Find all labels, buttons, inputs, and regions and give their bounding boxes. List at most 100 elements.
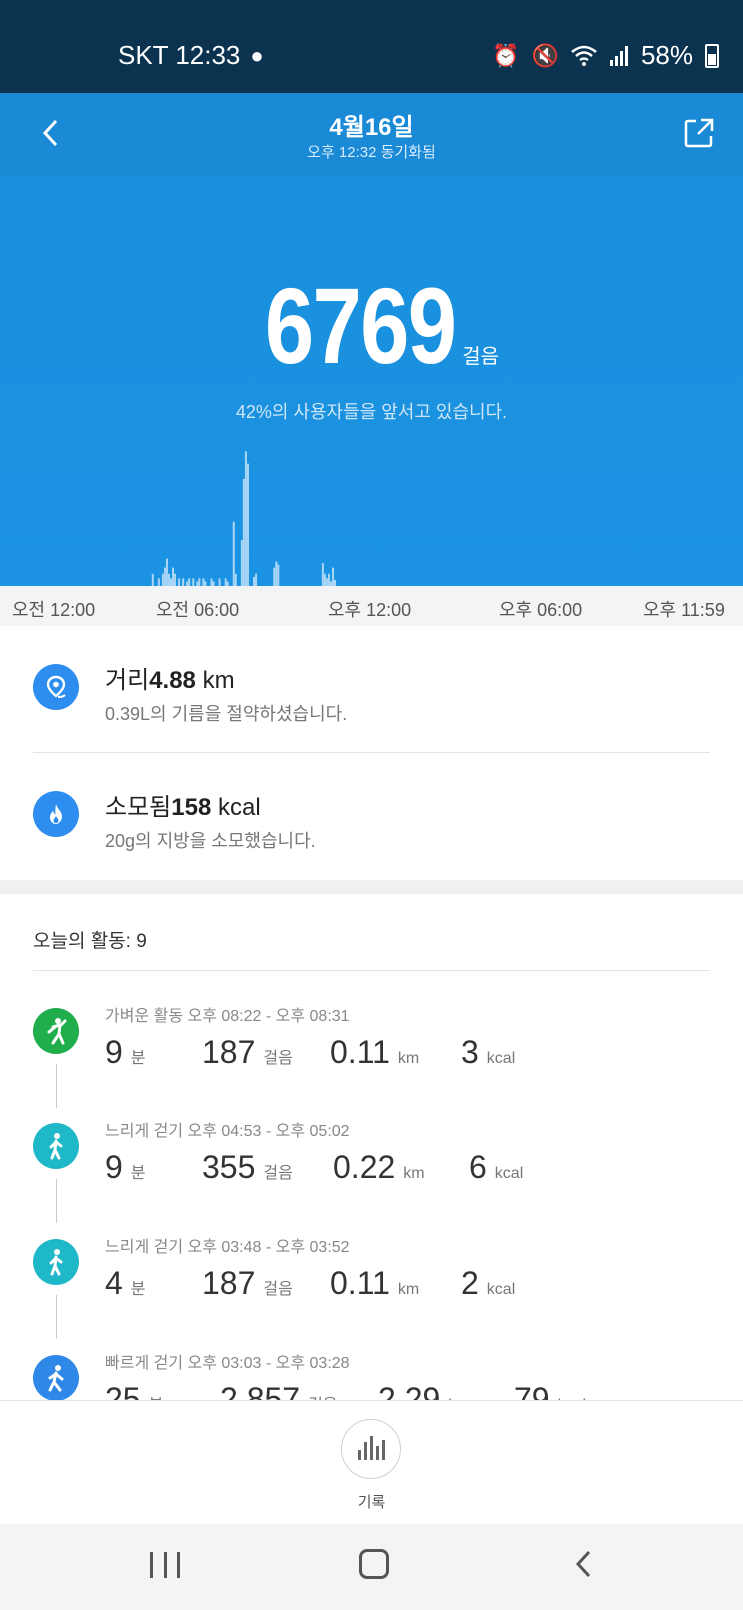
activity-label: 가벼운 활동 오후 08:22 - 오후 08:31 bbox=[105, 1008, 350, 1025]
chart-bar bbox=[327, 573, 330, 586]
x-tick-label: 오전 06:00 bbox=[156, 600, 240, 620]
chart-bar bbox=[255, 573, 258, 586]
share-button[interactable] bbox=[681, 115, 717, 151]
activity-distance: 0.11 km bbox=[330, 1265, 420, 1301]
activity-icon bbox=[33, 1008, 79, 1054]
page-title: 4월16일 bbox=[329, 114, 414, 141]
chart-bar bbox=[224, 578, 227, 586]
chart-bar bbox=[275, 561, 278, 586]
chart-bar bbox=[321, 563, 324, 586]
recent-apps-button[interactable] bbox=[150, 1552, 180, 1578]
mute-icon: 🔇 bbox=[531, 42, 559, 68]
activity-item[interactable]: 느리게 걷기 오후 03:48 - 오후 03:52 4분 187 걸음 0.11… bbox=[0, 1233, 743, 1349]
chart-bar bbox=[192, 578, 195, 586]
system-nav-bar bbox=[0, 1524, 743, 1610]
sync-status: 오후 12:32 동기화됨 bbox=[307, 144, 436, 161]
walking-icon bbox=[49, 1133, 63, 1160]
activity-item[interactable]: 느리게 걷기 오후 04:53 - 오후 05:02 9분 355 걸음 0.22… bbox=[0, 1117, 743, 1233]
activity-minutes: 25분 bbox=[105, 1381, 163, 1400]
distance-value: 4.88 bbox=[149, 667, 196, 694]
step-count: 6769 걸음 bbox=[0, 263, 743, 388]
activity-minutes: 4분 bbox=[105, 1265, 146, 1301]
x-tick-label: 오후 12:00 bbox=[328, 600, 412, 620]
activity-icon bbox=[33, 1355, 79, 1400]
calories-value: 158 bbox=[171, 794, 212, 821]
time-axis: 오전 12:00 오전 06:00 오후 12:00 오후 06:00 오후 1… bbox=[0, 586, 743, 626]
activity-icon bbox=[33, 1239, 79, 1285]
chevron-left-icon bbox=[575, 1550, 591, 1578]
chart-bar bbox=[188, 578, 191, 586]
chart-bar bbox=[210, 578, 213, 586]
calories-card[interactable]: 소모됨158 kcal 20g의 지방을 소모했습니다. bbox=[0, 753, 743, 879]
chart-bar bbox=[165, 558, 168, 586]
activity-steps: 187 걸음 bbox=[202, 1265, 293, 1301]
chat-bubble-icon: ● bbox=[250, 42, 264, 68]
activity-item[interactable]: 가벼운 활동 오후 08:22 - 오후 08:31 9분 187 걸음 0.11… bbox=[0, 1002, 743, 1118]
battery-percent: 58% bbox=[640, 40, 693, 70]
hourly-steps-chart bbox=[151, 451, 337, 586]
light-activity-icon bbox=[47, 1018, 67, 1045]
activity-steps: 355 걸음 bbox=[202, 1149, 293, 1185]
wifi-icon bbox=[571, 45, 597, 66]
flame-icon bbox=[33, 791, 79, 837]
share-icon bbox=[684, 118, 714, 148]
walking-icon bbox=[49, 1249, 63, 1276]
home-button[interactable] bbox=[359, 1549, 389, 1579]
signal-icon bbox=[609, 45, 628, 66]
x-tick-label: 오후 06:00 bbox=[499, 600, 583, 620]
status-left: SKT 12:33 ● bbox=[118, 40, 264, 71]
step-count-value: 6769 bbox=[264, 265, 457, 386]
timeline-connector bbox=[56, 1179, 57, 1223]
chart-bar bbox=[151, 573, 154, 586]
activity-icon bbox=[33, 1123, 79, 1169]
bottom-tab-bar: 기록 bbox=[0, 1400, 743, 1524]
chart-bar bbox=[232, 521, 235, 586]
distance-note: 0.39L의 기름을 절약하셨습니다. bbox=[105, 704, 348, 724]
distance-label: 거리 bbox=[105, 667, 150, 694]
chart-bar bbox=[178, 578, 181, 586]
carrier-time: SKT 12:33 bbox=[118, 40, 241, 70]
brisk-walking-icon bbox=[48, 1365, 64, 1392]
distance-card[interactable]: 거리4.88 km 0.39L의 기름을 절약하셨습니다. bbox=[0, 626, 743, 752]
section-gap bbox=[0, 880, 743, 894]
records-button[interactable] bbox=[341, 1419, 401, 1479]
battery-icon bbox=[705, 43, 719, 68]
chart-bar bbox=[172, 567, 175, 586]
distance-unit: km bbox=[202, 667, 235, 694]
activity-kcal: 2 kcal bbox=[461, 1265, 516, 1301]
chart-bar bbox=[157, 578, 160, 586]
chart-bar bbox=[182, 578, 185, 586]
activity-item[interactable]: 빠르게 걷기 오후 03:03 - 오후 03:28 25분 2,857걸음 2… bbox=[0, 1349, 743, 1400]
activity-label: 빠르게 걷기 오후 03:03 - 오후 03:28 bbox=[105, 1355, 350, 1372]
activity-label: 느리게 걷기 오후 03:48 - 오후 03:52 bbox=[105, 1239, 350, 1256]
chart-bar bbox=[234, 573, 237, 586]
location-pin-icon bbox=[33, 664, 79, 710]
activity-label: 느리게 걷기 오후 04:53 - 오후 05:02 bbox=[105, 1123, 350, 1140]
status-bar: SKT 12:33 ● ⏰ 🔇 58% bbox=[0, 0, 743, 93]
chart-bar bbox=[253, 576, 256, 586]
x-tick-label: 오전 12:00 bbox=[12, 600, 96, 620]
activity-kcal: 6 kcal bbox=[469, 1149, 524, 1185]
timeline-connector bbox=[56, 1295, 57, 1339]
chart-bar bbox=[240, 540, 243, 586]
activities-header: 오늘의 활동: 9 bbox=[33, 931, 147, 952]
chart-bar bbox=[332, 567, 335, 586]
chart-bar bbox=[202, 578, 205, 586]
chart-bar bbox=[244, 451, 247, 586]
ranking-text: 42%의 사용자들을 앞서고 있습니다. bbox=[235, 402, 508, 422]
chart-bar bbox=[273, 567, 276, 586]
chart-bar bbox=[242, 478, 245, 586]
calories-note: 20g의 지방을 소모했습니다. bbox=[105, 831, 316, 851]
step-count-unit: 걸음 bbox=[462, 346, 500, 368]
chart-bar bbox=[246, 463, 249, 586]
status-right: ⏰ 🔇 58% bbox=[492, 40, 719, 71]
timeline-connector bbox=[56, 1064, 57, 1108]
chart-bar bbox=[169, 578, 172, 586]
chart-bar bbox=[277, 564, 280, 586]
x-tick-label: 오후 11:59 bbox=[643, 600, 725, 620]
activity-kcal: 79kcal bbox=[514, 1381, 586, 1400]
system-back-button[interactable] bbox=[570, 1546, 598, 1591]
distance-title: 거리4.88 km bbox=[105, 660, 235, 695]
activity-steps: 2,857걸음 bbox=[220, 1381, 338, 1400]
chart-bar bbox=[163, 567, 166, 586]
